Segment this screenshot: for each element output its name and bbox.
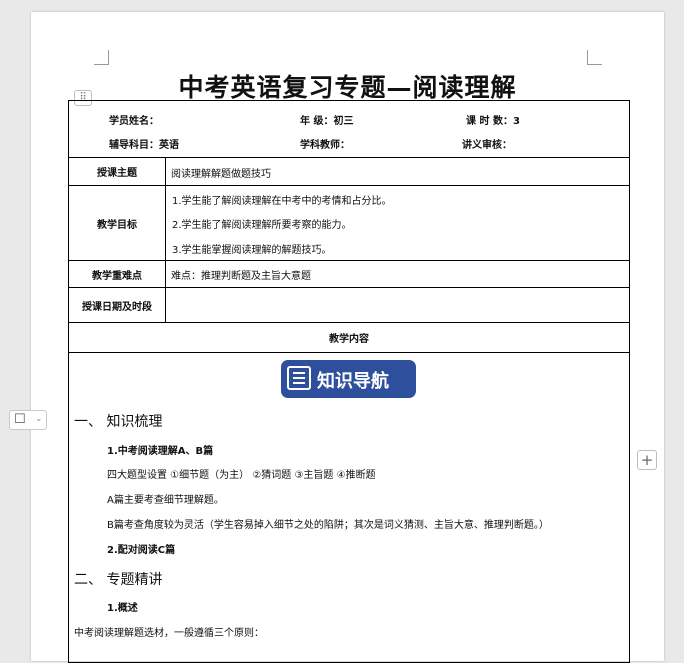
crop-mark-top-left [94,50,109,65]
goal-item: 3.学生能掌握阅读理解的解题技巧。 [172,245,332,256]
teacher-label: 学科教师： [300,140,350,151]
keypoints-label: 教学重难点 [69,261,166,287]
paragraph: A篇主要考查细节理解题。 [107,495,224,506]
subsection-heading: 1.中考阅读理解A、B篇 [107,446,214,457]
document-title[interactable]: 中考英语复习专题—阅读理解 [31,68,664,104]
grade-label: 年 级：初三 [300,116,354,127]
subsection-heading: 2.配对阅读C篇 [107,545,176,556]
lessons-label: 课 时 数：3 [466,116,520,127]
book-icon [287,366,311,390]
paragraph: 四大题型设置 ①细节题（为主） ②猜词题 ③主旨题 ④推断题 [107,470,376,481]
crop-mark-top-right [587,50,602,65]
student-name-label: 学员姓名： [109,116,159,127]
goals-label: 教学目标 [69,186,166,260]
goal-item: 2.学生能了解阅读理解所要考察的能力。 [172,220,352,231]
paragraph-icon: ☐ [14,412,26,427]
paragraph-menu-button[interactable]: ☐ ⌄ [9,410,47,430]
schedule-label: 授课日期及时段 [69,288,166,322]
content-title: 教学内容 [329,334,369,345]
info-row[interactable]: 学员姓名： 年 级：初三 课 时 数：3 辅导科目：英语 学科教师： 讲义审核： [69,101,629,158]
subject-label: 辅导科目：英语 [109,140,179,151]
topic-value: 阅读理解解题做题技巧 [171,169,271,180]
lesson-table[interactable]: 学员姓名： 年 级：初三 课 时 数：3 辅导科目：英语 学科教师： 讲义审核：… [68,100,630,663]
content-area[interactable]: 知识导航 一、 知识梳理 1.中考阅读理解A、B篇 四大题型设置 ①细节题（为主… [69,353,629,662]
plus-icon: + [640,451,654,469]
paragraph: 中考阅读理解题选材，一般遵循三个原则： [74,628,264,639]
add-row-button[interactable]: + [637,450,657,470]
chevron-down-icon: ⌄ [35,414,43,424]
paragraph: B篇考查角度较为灵活（学生容易掉入细节之处的陷阱；其次是词义猜测、主旨大意、推理… [107,520,549,531]
content-title-row[interactable]: 教学内容 [69,323,629,353]
knowledge-nav-banner: 知识导航 [281,360,416,398]
topic-label: 授课主题 [69,158,166,185]
goal-item: 1.学生能了解阅读理解在中考中的考情和占分比。 [172,196,392,207]
section-heading: 二、 专题精讲 [74,572,163,588]
goals-row[interactable]: 教学目标 1.学生能了解阅读理解在中考中的考情和占分比。 2.学生能了解阅读理解… [69,186,629,261]
banner-text: 知识导航 [317,371,389,392]
schedule-row[interactable]: 授课日期及时段 [69,288,629,323]
review-label: 讲义审核： [462,140,512,151]
keypoints-value: 难点：推理判断题及主旨大意题 [171,271,311,282]
topic-row[interactable]: 授课主题 阅读理解解题做题技巧 [69,158,629,186]
document-page: ⠿ 中考英语复习专题—阅读理解 学员姓名： 年 级：初三 课 时 数：3 辅导科… [31,12,664,663]
keypoints-row[interactable]: 教学重难点 难点：推理判断题及主旨大意题 [69,261,629,288]
subsection-heading: 1.概述 [107,603,138,614]
section-heading: 一、 知识梳理 [74,414,163,430]
